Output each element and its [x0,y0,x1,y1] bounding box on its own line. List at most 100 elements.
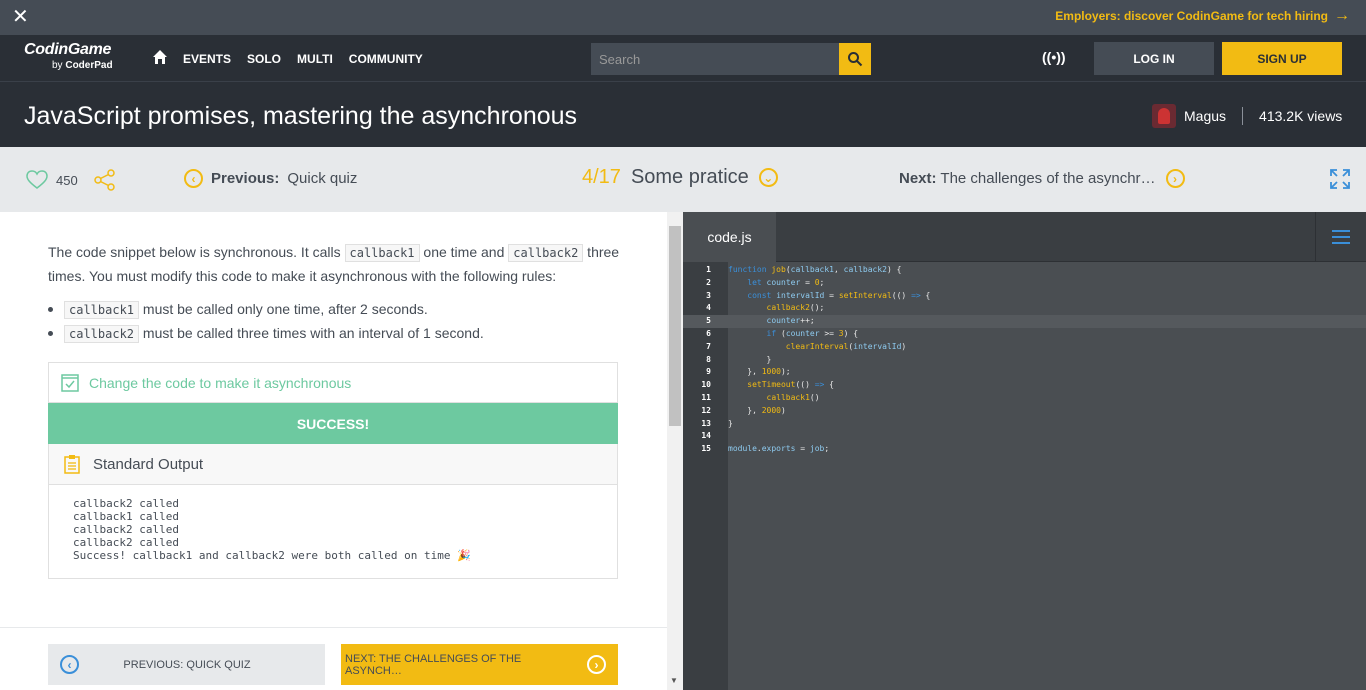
code-line: 14 [683,430,1366,443]
line-number: 1 [706,265,711,274]
lesson-nav: 450 ‹ Previous: Quick quiz 4/17 Some pra… [0,147,1366,212]
page-title: JavaScript promises, mastering the async… [24,102,578,130]
rule-1-text: must be called only one time, after 2 se… [139,301,428,317]
likes-area: 450 [26,169,116,191]
line-number: 11 [701,392,711,402]
next-button-label: NEXT: THE CHALLENGES OF THE ASYNCH… [345,652,522,677]
next-label: Next: [899,170,937,187]
code-line-active: 5 counter++; [683,315,1366,328]
inline-code-callback2: callback2 [508,244,584,262]
clipboard-icon [64,455,80,474]
list-item: callback1 must be called only one time, … [48,298,484,322]
search-button[interactable] [839,43,871,75]
code-line: 6 if (counter >= 3) { [683,328,1366,341]
standard-output-body: callback2 called callback1 called callba… [48,485,618,579]
search-input[interactable] [591,43,839,75]
live-broadcast-icon[interactable]: ((•)) [1042,49,1066,65]
signup-button[interactable]: SIGN UP [1222,42,1342,75]
editor-menu-icon[interactable] [1315,212,1366,262]
chevron-right-icon: › [1165,169,1185,188]
likes-count: 450 [56,172,78,188]
scrollbar-thumb[interactable] [669,226,681,426]
line-number: 9 [706,367,711,377]
nav-item-solo[interactable]: SOLO [247,52,281,66]
employers-promo-link[interactable]: Employers: discover CodinGame for tech h… [1055,7,1350,24]
logo-sub: by CoderPad [52,60,113,71]
previous-button-label: PREVIOUS: QUICK QUIZ [123,658,251,671]
next-lesson-button[interactable]: NEXT: THE CHALLENGES OF THE ASYNCH… › [341,644,618,685]
chevron-left-icon: ‹ [184,169,203,188]
code-line: 7 clearInterval(intervalId) [683,341,1366,354]
nav-menu: EVENTS SOLO MULTI COMMUNITY [183,52,423,66]
line-number: 13 [701,418,711,428]
line-number: 5 [706,316,711,326]
close-icon[interactable]: ✕ [12,6,29,28]
task-checklist-item: Change the code to make it asynchronous [48,362,618,403]
next-title: The challenges of the asynchr… [940,170,1156,187]
intro-text-2: one time and [419,244,509,260]
previous-lesson-link[interactable]: ‹ Previous: Quick quiz [184,169,357,188]
line-number: 14 [701,431,711,441]
next-text: Next: The challenges of the asynchr… [899,170,1156,187]
output-header-label: Standard Output [93,455,204,473]
previous-lesson-button[interactable]: ‹ PREVIOUS: QUICK QUIZ [48,644,325,685]
code-line: 10 setTimeout(() => { [683,379,1366,392]
fullscreen-icon[interactable] [1330,169,1350,189]
intro-paragraph: The code snippet below is synchronous. I… [48,241,638,288]
heart-icon[interactable] [26,170,48,190]
chevron-down-icon: ⌄ [758,168,778,187]
chevron-left-icon: ‹ [60,655,79,674]
codingame-logo[interactable]: CodinGame by CoderPad [24,41,113,71]
promo-banner: ✕ Employers: discover CodinGame for tech… [0,0,1366,35]
line-number: 7 [706,341,711,351]
chevron-right-icon: › [587,655,606,674]
line-number: 12 [701,405,711,415]
rules-list: callback1 must be called only one time, … [48,298,484,346]
code-lines[interactable]: 1 function job(callback1, callback2) { 2 … [683,264,1366,456]
checkbox-checked-icon [61,373,79,392]
share-icon[interactable] [93,169,116,191]
code-line: 2 let counter = 0; [683,277,1366,290]
views-count: 413.2K views [1259,108,1343,124]
code-line: 15 module.exports = job; [683,443,1366,456]
prev-title: Quick quiz [287,170,358,187]
nav-item-multi[interactable]: MULTI [297,52,333,66]
arrow-right-icon: → [1334,7,1350,24]
line-number: 3 [706,290,711,300]
nav-item-community[interactable]: COMMUNITY [349,52,423,66]
current-lesson-selector[interactable]: 4/17 Some pratice ⌄ [582,166,778,189]
output-line: callback2 called [73,497,179,510]
inline-code-callback1: callback1 [64,301,140,319]
inline-code-callback1: callback1 [344,244,420,262]
output-line: Success! callback1 and callback2 were bo… [73,549,471,562]
home-icon[interactable] [152,49,168,65]
line-number: 4 [706,303,711,313]
rule-2-text: must be called three times with an inter… [139,325,484,341]
code-line: 13} [683,418,1366,431]
divider [1242,107,1244,125]
next-lesson-link[interactable]: Next: The challenges of the asynchr… › [899,169,1185,188]
login-button[interactable]: LOG IN [1094,42,1214,75]
author-name[interactable]: Magus [1184,108,1226,124]
title-bar: JavaScript promises, mastering the async… [0,82,1366,147]
output-line: callback2 called [73,523,179,536]
current-lesson-title: Some pratice [630,166,749,188]
lesson-content: The code snippet below is synchronous. I… [0,212,667,690]
search-icon [848,52,863,67]
scroll-down-arrow-icon[interactable]: ▼ [670,676,678,685]
lesson-position: 4/17 [582,166,621,188]
promo-text: Employers: discover CodinGame for tech h… [1055,9,1328,23]
tab-code-js[interactable]: code.js [683,212,776,262]
line-number: 8 [706,354,711,364]
success-banner: SUCCESS! [48,403,618,444]
avatar[interactable] [1152,104,1176,128]
output-line: callback1 called [73,510,179,523]
intro-text-1: The code snippet below is synchronous. I… [48,244,345,260]
code-line: 11 callback1() [683,392,1366,405]
code-line: 3 const intervalId = setInterval(() => { [683,290,1366,303]
nav-item-events[interactable]: EVENTS [183,52,231,66]
logo-sub-brand: CoderPad [65,60,113,71]
code-line: 4 callback2(); [683,302,1366,315]
line-number: 10 [701,380,711,390]
task-label: Change the code to make it asynchronous [89,374,352,391]
